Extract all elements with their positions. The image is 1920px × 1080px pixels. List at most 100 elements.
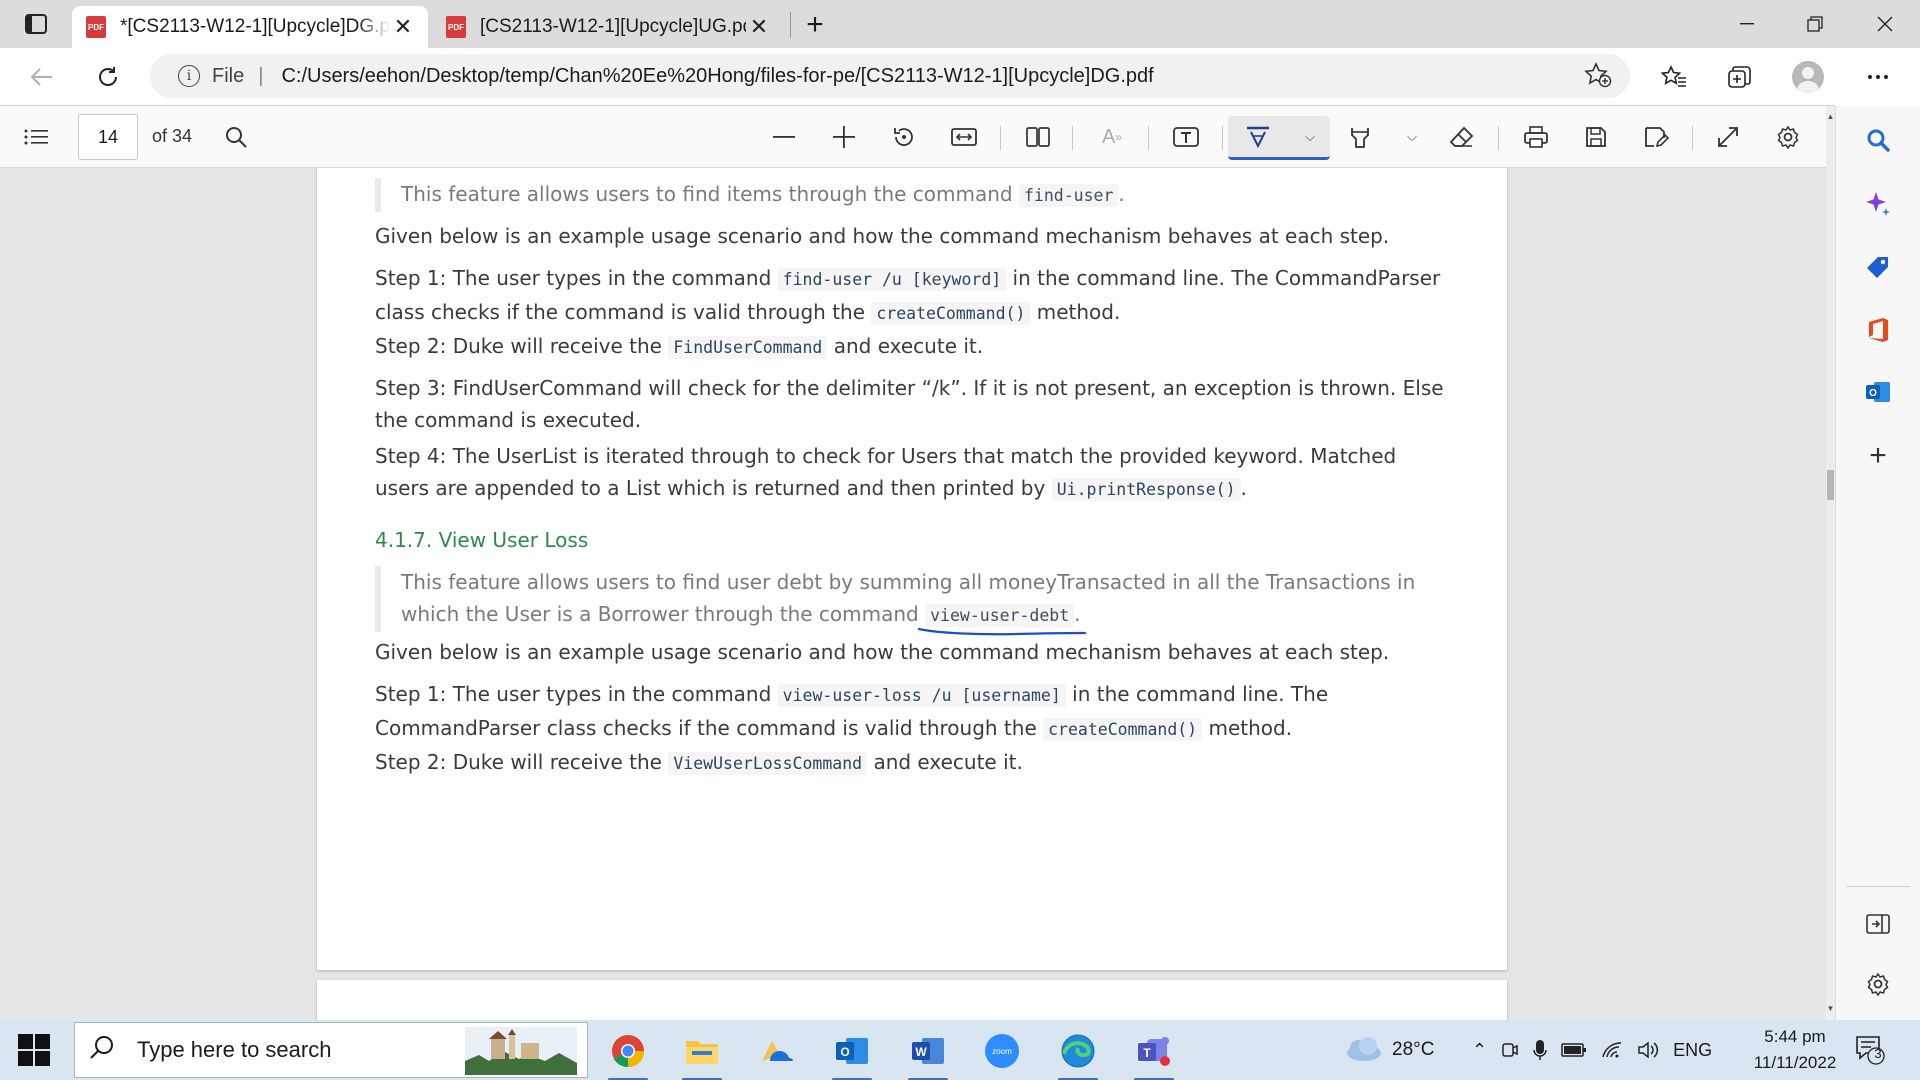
save-icon[interactable] [1576,118,1616,156]
pdf-next-page [317,980,1507,1020]
read-aloud-icon[interactable]: A» [1092,118,1132,156]
toolbar-separator [1148,126,1149,150]
text: Step 1: The user types in the command [375,266,778,290]
close-tab-icon[interactable]: ✕ [390,14,416,40]
rotate-icon[interactable] [884,118,924,156]
refresh-button[interactable] [88,58,128,96]
blockquote-find-user: This feature allows users to find items … [375,178,1455,212]
volume-icon[interactable] [1637,1040,1659,1060]
address-bar: i File | C:/Users/eehon/Desktop/temp/Cha… [0,48,1920,106]
microphone-icon[interactable] [1533,1039,1547,1061]
taskbar-search-box[interactable]: Type here to search [74,1022,588,1078]
eraser-icon[interactable] [1442,118,1482,156]
tab-ug-pdf[interactable]: PDF [CS2113-W12-1][Upcycle]UG.pdf ✕ [432,6,784,48]
pdf-file-icon: PDF [86,16,106,38]
search-icon[interactable] [1858,120,1898,160]
minimize-button[interactable] [1724,8,1770,40]
toolbar-separator [1000,126,1001,150]
sidebar-settings-gear-icon[interactable] [1858,964,1898,1004]
outlook-icon[interactable]: O [1858,372,1898,412]
back-button[interactable] [22,58,62,96]
restore-button[interactable] [1792,8,1838,40]
zoom-in-icon[interactable] [824,118,864,156]
more-menu-icon[interactable] [1858,58,1898,96]
add-sidebar-app-icon[interactable]: + [1858,436,1898,476]
scroll-up-icon[interactable]: ▲ [1826,112,1835,121]
taskbar-clock[interactable]: 5:44 pm 11/11/2022 [1720,1024,1870,1076]
battery-icon[interactable] [1561,1042,1587,1058]
add-favorite-icon[interactable] [1584,62,1612,95]
paragraph-step-4: Step 4: The UserList is iterated through… [375,440,1455,506]
temperature: 28°C [1392,1039,1435,1060]
page-view-icon[interactable] [1018,118,1058,156]
collections-icon[interactable] [1720,58,1760,96]
text: and execute it. [867,750,1023,774]
new-tab-button[interactable]: + [798,8,832,42]
inline-code: createCommand() [1043,718,1203,741]
file-explorer-taskbar-icon[interactable] [676,1028,728,1080]
quote-text: This feature allows users to find user d… [401,570,1416,626]
close-window-button[interactable] [1862,8,1908,40]
word-taskbar-icon[interactable]: W [902,1028,954,1080]
weather-widget[interactable]: 28°C [1342,1020,1434,1080]
zoom-taskbar-icon[interactable]: zoom [976,1028,1028,1074]
close-tab-icon[interactable]: ✕ [746,14,772,40]
tab-title: [CS2113-W12-1][Upcycle]UG.pdf [480,16,746,37]
url-field[interactable]: i File | C:/Users/eehon/Desktop/temp/Cha… [150,54,1630,98]
toolbar-separator [1222,126,1223,150]
edge-sidebar: O + [1835,106,1920,1020]
find-in-document-icon[interactable] [216,118,256,156]
pdf-viewer[interactable]: This feature allows users to find items … [0,168,1826,1020]
quote-end: . [1074,602,1081,626]
draw-icon[interactable] [1238,118,1278,156]
blockquote-view-user-loss: This feature allows users to find user d… [375,566,1455,636]
url-scheme: File [212,64,245,87]
profile-avatar[interactable] [1788,58,1828,96]
windows-start-icon[interactable] [18,1034,50,1066]
settings-gear-icon[interactable] [1768,118,1808,156]
add-text-icon[interactable] [1166,118,1206,156]
tab-dg-pdf[interactable]: PDF *[CS2113-W12-1][Upcycle]DG.pdf ✕ [72,6,428,48]
edge-taskbar-icon[interactable] [1052,1028,1104,1080]
text: . [1240,476,1247,500]
highlight-icon[interactable] [1340,118,1380,156]
print-icon[interactable] [1516,118,1556,156]
shopping-tag-icon[interactable] [1858,248,1898,288]
table-of-contents-icon[interactable] [16,118,56,156]
vertical-scrollbar[interactable]: ▲ ▼ [1826,106,1835,1020]
input-language[interactable]: ENG [1673,1040,1712,1061]
tab-actions-icon[interactable] [18,10,54,38]
hide-sidebar-icon[interactable] [1858,904,1898,944]
favorites-icon[interactable] [1654,58,1694,96]
paragraph-step-1: Step 1: The user types in the command fi… [375,262,1455,330]
fit-to-width-icon[interactable] [944,118,984,156]
save-as-icon[interactable] [1636,118,1676,156]
text: Step 1: The user types in the command [375,682,778,706]
draw-options-chevron-icon[interactable]: ⌵ [1290,118,1330,156]
paragraph-step-3: Step 3: FindUserCommand will check for t… [375,376,1444,432]
full-screen-icon[interactable] [1708,118,1748,156]
info-icon[interactable]: i [178,65,200,87]
svg-text:O: O [840,1045,849,1059]
chrome-taskbar-icon[interactable] [602,1028,654,1080]
scroll-down-icon[interactable]: ▼ [1826,1004,1835,1013]
discover-sparkle-icon[interactable] [1858,184,1898,224]
svg-text:T: T [1143,1046,1151,1060]
office-icon[interactable] [1858,310,1898,350]
onedrive-files-taskbar-icon[interactable] [750,1028,802,1074]
outlook-taskbar-icon[interactable]: O [826,1028,878,1080]
svg-text:zoom: zoom [992,1047,1012,1056]
inline-code: Ui.printResponse() [1051,478,1241,501]
system-tray: ⌃ ENG [1472,1020,1712,1080]
zoom-out-icon[interactable] [764,118,804,156]
toolbar-separator [1692,126,1693,150]
page-number-input[interactable]: 14 [78,114,138,160]
scrollbar-thumb[interactable] [1827,470,1834,500]
paragraph-given-below: Given below is an example usage scenario… [375,224,1390,248]
wifi-icon[interactable] [1601,1041,1623,1059]
meet-now-icon[interactable] [1501,1040,1519,1060]
show-hidden-icons-chevron-icon[interactable]: ⌃ [1472,1040,1487,1061]
highlight-options-chevron-icon[interactable]: ⌵ [1392,118,1432,156]
teams-taskbar-icon[interactable]: T [1128,1028,1180,1080]
notification-center-icon[interactable]: 3 [1854,1034,1885,1065]
